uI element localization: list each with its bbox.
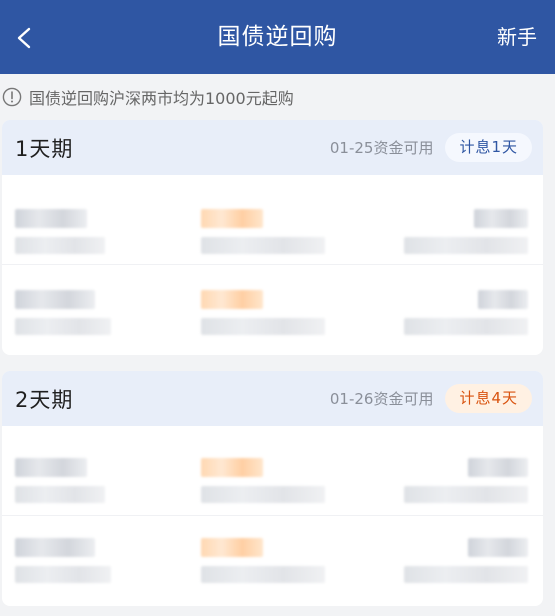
blurred-product-code [15,566,111,583]
blurred-value-label [404,566,528,583]
blurred-rate-label [201,566,325,583]
page-title: 国债逆回购 [217,24,338,50]
navbar: 国债逆回购 新手 [0,0,555,74]
blurred-product-name [15,209,87,228]
blurred-value [468,538,528,557]
blurred-product-name [15,458,87,477]
term-card-header[interactable]: 2天期 01-26资金可用 计息4天 [2,371,543,426]
availability-date: 01-26资金可用 [329,390,434,408]
availability-date: 01-25资金可用 [329,139,434,157]
blurred-product-code [15,237,105,254]
blurred-product-code [15,486,105,503]
term-card-header[interactable]: 1天期 01-25资金可用 计息1天 [2,120,543,175]
blurred-product-name [15,538,95,557]
blurred-product-name [15,290,95,309]
blurred-value-label [404,318,528,335]
blurred-rate-label [201,486,325,503]
product-row[interactable] [2,516,543,606]
blurred-rate-label [201,237,325,254]
product-row[interactable] [2,265,543,355]
blurred-rate [201,290,263,309]
blurred-value-label [404,486,528,503]
notice-bar: 国债逆回购沪深两市均为1000元起购 [0,74,555,120]
blurred-rate-label [201,318,325,335]
blurred-value [468,458,528,477]
term-title: 1天期 [15,136,74,161]
blurred-value [478,290,528,309]
blurred-product-code [15,318,111,335]
blurred-rate [201,538,263,557]
info-circle-icon [2,87,22,107]
interest-days-badge: 计息4天 [445,384,532,413]
blurred-value-label [404,237,528,254]
blurred-value [474,209,528,228]
beginner-guide-link[interactable]: 新手 [497,0,537,74]
term-title: 2天期 [15,387,74,412]
blurred-rate [201,209,263,228]
interest-days-badge: 计息1天 [445,133,532,162]
product-row[interactable] [2,426,543,516]
blurred-rate [201,458,263,477]
term-card-2day: 2天期 01-26资金可用 计息4天 [2,371,543,606]
term-card-1day: 1天期 01-25资金可用 计息1天 [2,120,543,355]
product-row[interactable] [2,175,543,265]
notice-text: 国债逆回购沪深两市均为1000元起购 [29,89,294,108]
